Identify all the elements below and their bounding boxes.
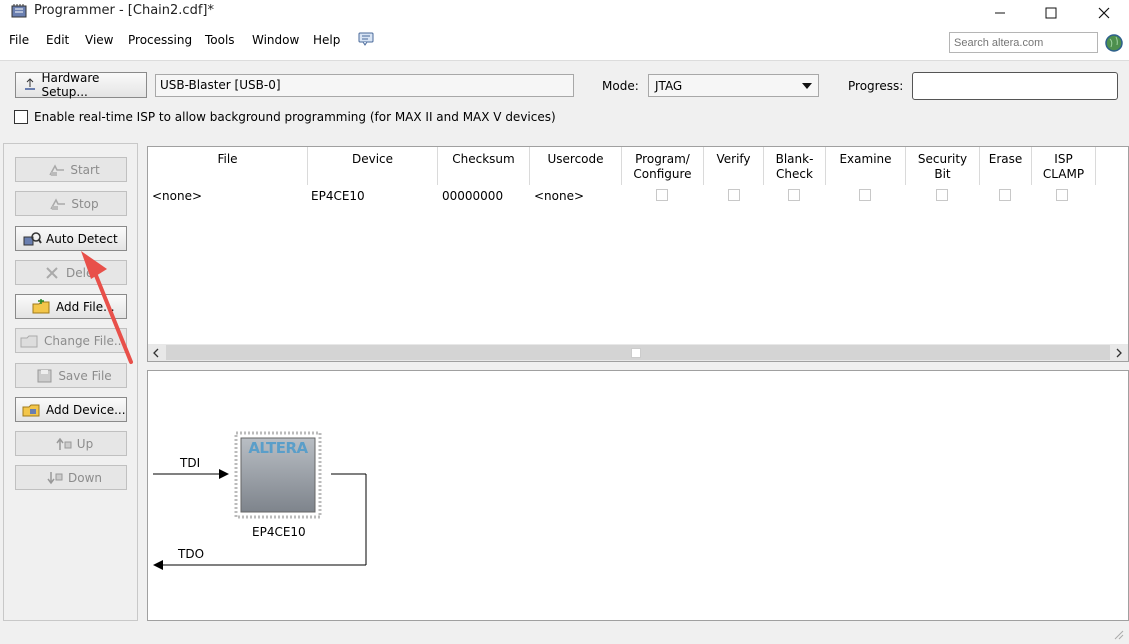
scroll-right-icon[interactable]: [1115, 348, 1123, 358]
cell-device[interactable]: EP4CE10: [311, 189, 365, 203]
stop-icon: [50, 197, 66, 210]
tdo-label: TDO: [178, 547, 205, 561]
header-file[interactable]: File: [148, 147, 308, 185]
hardware-setup-icon: [25, 78, 35, 90]
up-arrow-icon: [56, 437, 72, 450]
start-button[interactable]: Start: [15, 157, 127, 182]
chevron-down-icon: [802, 82, 812, 89]
device-label: EP4CE10: [252, 525, 306, 539]
menu-window[interactable]: Window: [252, 33, 299, 47]
minimize-icon: [995, 12, 1005, 14]
isp-checkbox[interactable]: [14, 110, 28, 124]
feedback-icon[interactable]: [358, 31, 374, 47]
up-button[interactable]: Up: [15, 431, 127, 456]
program-configure-checkbox[interactable]: [656, 189, 668, 201]
hardware-setup-button[interactable]: Hardware Setup...: [15, 71, 147, 99]
horizontal-scrollbar[interactable]: [148, 344, 1128, 361]
globe-icon[interactable]: [1104, 33, 1124, 53]
start-icon: [49, 163, 65, 176]
scroll-left-icon[interactable]: [152, 348, 160, 358]
header-isp-clamp[interactable]: ISP CLAMP: [1032, 147, 1096, 185]
minimize-button[interactable]: [977, 0, 1023, 26]
programmer-app-icon: [9, 3, 29, 21]
add-device-button[interactable]: Add Device...: [15, 397, 127, 422]
maximize-button[interactable]: [1028, 0, 1074, 26]
cell-file[interactable]: <none>: [152, 189, 202, 203]
menu-tools[interactable]: Tools: [205, 33, 235, 47]
cell-usercode: <none>: [534, 189, 585, 203]
stop-button[interactable]: Stop: [15, 191, 127, 216]
header-erase[interactable]: Erase: [980, 147, 1032, 185]
tdi-label: TDI: [180, 456, 201, 470]
header-blank-check[interactable]: Blank- Check: [764, 147, 826, 185]
window-title: Programmer - [Chain2.cdf]*: [34, 3, 214, 18]
change-file-icon: [20, 335, 38, 347]
menu-file[interactable]: File: [9, 33, 29, 47]
progress-label: Progress:: [848, 79, 904, 93]
erase-checkbox[interactable]: [999, 189, 1011, 201]
chip-logo: ALTERA: [248, 439, 308, 457]
header-usercode[interactable]: Usercode: [530, 147, 622, 185]
down-arrow-icon: [47, 471, 63, 484]
status-bar: [0, 622, 1129, 644]
security-bit-checkbox[interactable]: [936, 189, 948, 201]
scroll-thumb[interactable]: [631, 348, 641, 358]
add-file-icon: [32, 298, 50, 313]
menu-view[interactable]: View: [85, 33, 113, 47]
delete-icon: [46, 266, 58, 279]
isp-checkbox-label: Enable real-time ISP to allow background…: [34, 110, 556, 124]
close-icon: [1098, 7, 1110, 19]
hardware-field: USB-Blaster [USB-0]: [155, 74, 574, 97]
header-device[interactable]: Device: [308, 147, 438, 185]
down-button[interactable]: Down: [15, 465, 127, 490]
header-security-bit[interactable]: Security Bit: [906, 147, 980, 185]
close-button[interactable]: [1081, 0, 1127, 26]
menu-help[interactable]: Help: [313, 33, 340, 47]
save-file-icon: [37, 369, 52, 382]
resize-grip-icon[interactable]: [1112, 628, 1124, 640]
header-checksum[interactable]: Checksum: [438, 147, 530, 185]
menu-edit[interactable]: Edit: [46, 33, 69, 47]
examine-checkbox[interactable]: [859, 189, 871, 201]
mode-label: Mode:: [602, 79, 639, 93]
blank-check-checkbox[interactable]: [788, 189, 800, 201]
header-examine[interactable]: Examine: [826, 147, 906, 185]
cell-checksum: 00000000: [442, 189, 504, 203]
device-table: File Device Checksum Usercode Program/ C…: [147, 146, 1129, 362]
progress-bar: [912, 72, 1118, 100]
search-input[interactable]: [949, 32, 1098, 53]
header-verify[interactable]: Verify: [704, 147, 764, 185]
annotation-arrow-icon: [81, 251, 133, 364]
maximize-icon: [1045, 7, 1057, 19]
fpga-chip-icon[interactable]: ALTERA: [234, 431, 322, 519]
hardware-setup-label: Hardware Setup...: [41, 71, 100, 99]
verify-checkbox[interactable]: [728, 189, 740, 201]
mode-value: JTAG: [655, 78, 683, 93]
auto-detect-icon: [23, 231, 42, 245]
isp-clamp-checkbox[interactable]: [1056, 189, 1068, 201]
add-device-icon: [22, 404, 40, 416]
menu-processing[interactable]: Processing: [128, 33, 192, 47]
mode-select[interactable]: JTAG: [648, 74, 819, 97]
header-program-configure[interactable]: Program/ Configure: [622, 147, 704, 185]
